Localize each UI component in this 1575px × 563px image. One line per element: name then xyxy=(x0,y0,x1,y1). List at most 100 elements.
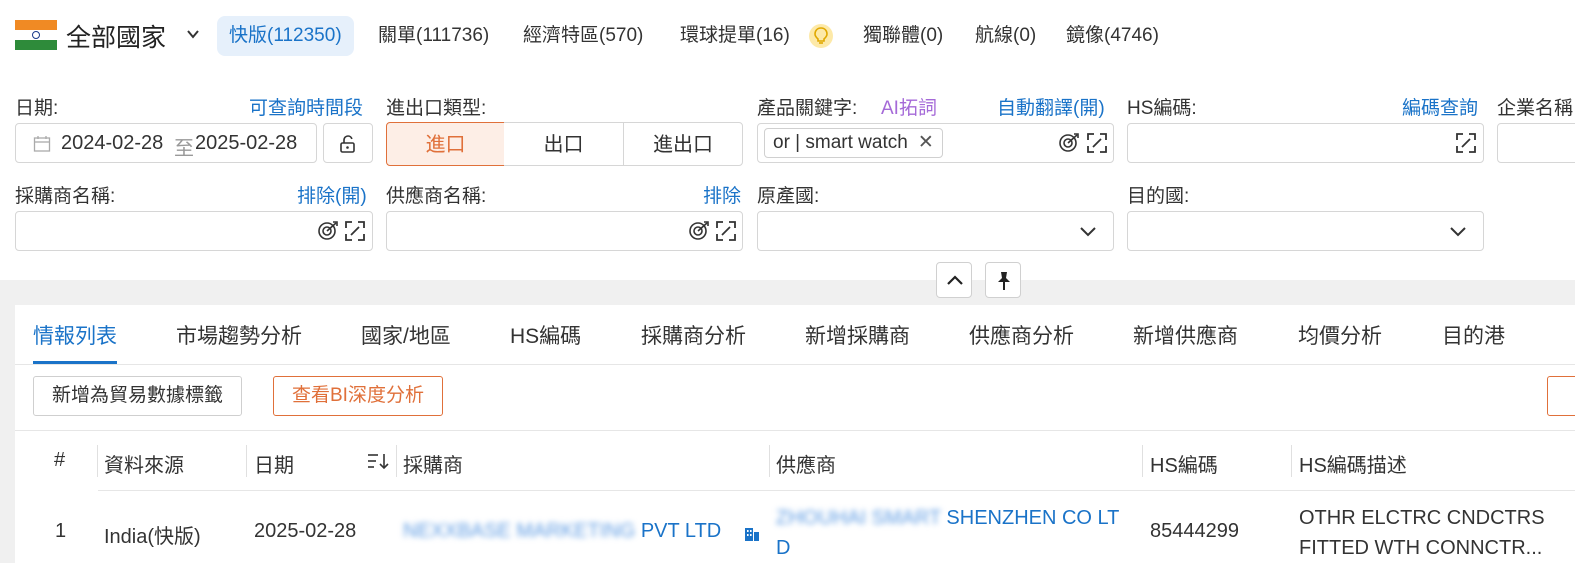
tab-economic-zone[interactable]: 經濟特區(570) xyxy=(523,16,643,56)
row-index: 1 xyxy=(55,520,67,542)
tab-global-bl[interactable]: 環球提單(16) xyxy=(680,16,790,56)
tab-cis[interactable]: 獨聯體(0) xyxy=(863,16,943,56)
tab-dest-port[interactable]: 目的港 xyxy=(1442,320,1505,350)
supplier-name-hidden: ZHOUHAI SMART xyxy=(776,507,941,529)
col-header-index: # xyxy=(54,449,66,471)
destination-country-select[interactable] xyxy=(1127,211,1484,251)
country-selector[interactable]: 全部國家 xyxy=(66,18,166,54)
origin-country-label: 原產國: xyxy=(757,186,820,207)
col-header-source: 資料來源 xyxy=(104,455,184,477)
tab-customs[interactable]: 關單(111736) xyxy=(378,16,489,56)
pin-icon xyxy=(998,272,1010,290)
col-header-date: 日期 xyxy=(254,455,294,477)
ai-expand-link[interactable]: AI拓詞 xyxy=(881,93,937,120)
hs-code-input[interactable] xyxy=(1127,123,1484,163)
india-flag-icon xyxy=(15,20,57,50)
target-icon[interactable] xyxy=(317,220,339,242)
supplier-name-input[interactable] xyxy=(386,211,743,251)
buyer-name-hidden: NEXXBASE MARKETING xyxy=(403,520,636,542)
buyer-name-label: 採購商名稱: xyxy=(15,186,116,207)
unlock-button[interactable] xyxy=(323,123,373,163)
active-tab-indicator xyxy=(33,361,117,364)
target-icon[interactable] xyxy=(688,220,710,242)
pin-filters-button[interactable] xyxy=(985,262,1021,298)
buyer-name-visible: PVT LTD xyxy=(640,520,722,542)
company-building-icon[interactable] xyxy=(743,524,761,542)
keyword-label: 產品關鍵字: xyxy=(757,98,858,119)
trade-type-export[interactable]: 出口 xyxy=(504,122,624,166)
tab-intel-list[interactable]: 情報列表 xyxy=(33,320,117,350)
unlock-icon xyxy=(340,135,355,153)
date-start: 2024-02-28 xyxy=(61,132,164,154)
col-header-hs-code: HS編碼 xyxy=(1150,455,1218,477)
company-name-input[interactable] xyxy=(1497,123,1575,163)
sort-icon[interactable] xyxy=(367,451,391,471)
tab-buyer-analysis[interactable]: 採購商分析 xyxy=(641,320,746,350)
chevron-up-icon xyxy=(947,275,963,285)
tab-new-suppliers[interactable]: 新增供應商 xyxy=(1133,320,1238,350)
tab-routes[interactable]: 航線(0) xyxy=(975,16,1036,56)
company-name-label: 企業名稱 xyxy=(1497,98,1574,119)
close-icon[interactable]: ✕ xyxy=(918,132,934,153)
row-hs-desc-line1: OTHR ELCTRC CNDCTRS xyxy=(1299,507,1545,529)
keyword-tag: or | smart watch ✕ xyxy=(764,128,943,158)
destination-country-label: 目的國: xyxy=(1127,186,1190,207)
chevron-down-icon xyxy=(1080,227,1096,237)
tab-market-trend[interactable]: 市場趨勢分析 xyxy=(176,320,302,350)
calendar-icon xyxy=(33,136,51,152)
tab-supplier-analysis[interactable]: 供應商分析 xyxy=(969,320,1074,350)
supplier-name-label: 供應商名稱: xyxy=(386,186,487,207)
keyword-tag-text: or | smart watch xyxy=(773,132,908,153)
buyer-name-input[interactable] xyxy=(15,211,373,251)
date-label: 日期: xyxy=(15,98,59,119)
origin-country-select[interactable] xyxy=(757,211,1114,251)
date-end: 2025-02-28 xyxy=(195,132,298,154)
tab-quick[interactable]: 快版(112350) xyxy=(217,16,354,56)
buyer-link[interactable]: NEXXBASE MARKETING PVT LTD xyxy=(403,520,721,543)
expand-icon[interactable] xyxy=(715,220,737,242)
column-separator xyxy=(1291,445,1292,477)
tab-country-region[interactable]: 國家/地區 xyxy=(361,320,451,350)
column-separator xyxy=(769,445,770,477)
panel-divider xyxy=(15,430,1575,431)
collapse-filters-button[interactable] xyxy=(936,262,972,298)
trade-type-import[interactable]: 進口 xyxy=(386,122,505,166)
tab-hs-code[interactable]: HS編碼 xyxy=(510,320,581,350)
code-lookup-link[interactable]: 編碼查詢 xyxy=(1402,93,1478,120)
column-separator xyxy=(246,445,247,477)
country-tabs-bar: 全部國家 快版(112350) 關單(111736) 經濟特區(570) 環球提… xyxy=(0,0,1575,72)
col-header-buyer: 採購商 xyxy=(403,455,463,477)
expand-icon[interactable] xyxy=(1455,132,1477,154)
tab-new-buyers[interactable]: 新增採購商 xyxy=(805,320,910,350)
date-separator: 至 xyxy=(174,138,194,160)
date-range-input[interactable]: 2024-02-28 至 2025-02-28 xyxy=(15,123,317,163)
add-trade-tag-button[interactable]: 新增為貿易數據標籤 xyxy=(33,376,243,416)
supplier-name-visible: SHENZHEN CO LT xyxy=(946,507,1120,529)
expand-icon[interactable] xyxy=(344,220,366,242)
expand-icon[interactable] xyxy=(1086,132,1108,154)
auto-translate-link[interactable]: 自動翻譯(開) xyxy=(997,93,1105,120)
query-period-link[interactable]: 可查詢時間段 xyxy=(249,93,363,120)
chevron-down-icon[interactable] xyxy=(185,26,201,42)
target-icon[interactable] xyxy=(1058,132,1080,154)
bi-analysis-button[interactable]: 查看BI深度分析 xyxy=(273,376,443,416)
table-header-line xyxy=(98,490,1575,491)
buyer-exclude-link[interactable]: 排除(開) xyxy=(297,181,367,208)
row-hs-code: 85444299 xyxy=(1150,520,1239,542)
row-hs-desc-line2: FITTED WTH CONNCTR... xyxy=(1299,537,1543,559)
export-button[interactable] xyxy=(1547,376,1575,416)
hs-code-label: HS編碼: xyxy=(1127,98,1197,119)
tab-mirror[interactable]: 鏡像(4746) xyxy=(1066,16,1159,56)
col-header-supplier: 供應商 xyxy=(776,455,836,477)
row-source: India(快版) xyxy=(104,526,201,548)
tab-avg-price[interactable]: 均價分析 xyxy=(1298,320,1382,350)
supplier-name-wrap[interactable]: D xyxy=(776,537,790,560)
trade-type-both[interactable]: 進出口 xyxy=(623,122,743,166)
supplier-exclude-link[interactable]: 排除 xyxy=(703,181,741,208)
column-separator xyxy=(97,445,98,477)
column-separator xyxy=(1142,445,1143,477)
row-date: 2025-02-28 xyxy=(254,520,357,542)
col-header-hs-desc: HS編碼描述 xyxy=(1299,455,1407,477)
lightbulb-icon[interactable] xyxy=(809,24,833,48)
supplier-link[interactable]: ZHOUHAI SMART SHENZHEN CO LT xyxy=(776,507,1119,530)
